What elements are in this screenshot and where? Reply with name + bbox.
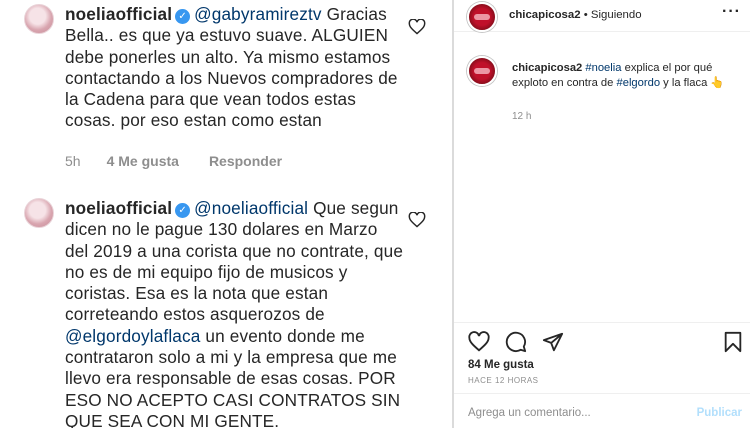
post-header-text: chicapicosa2 • Siguiendo bbox=[509, 9, 642, 21]
post-username[interactable]: chicapicosa2 bbox=[509, 9, 581, 21]
post-header: chicapicosa2 • Siguiendo ··· bbox=[454, 0, 750, 32]
post-caption: chicapicosa2 #noelia explica el por qué … bbox=[512, 61, 742, 90]
publish-button[interactable]: Publicar bbox=[697, 407, 742, 419]
bookmark-icon[interactable] bbox=[722, 331, 744, 353]
verified-badge-icon: ✓ bbox=[175, 9, 191, 24]
comment-time[interactable]: 5h bbox=[65, 153, 81, 169]
hashtag[interactable]: #elgordo bbox=[617, 77, 661, 89]
hashtag[interactable]: #noelia bbox=[585, 62, 621, 74]
verified-badge-icon: ✓ bbox=[175, 203, 191, 218]
avatar[interactable] bbox=[24, 198, 54, 228]
caption-text: y la flaca bbox=[660, 76, 711, 89]
header-separator: • bbox=[580, 9, 591, 21]
comment-text: noeliaofficial ✓ @noeliaofficial Que segun… bbox=[65, 198, 405, 428]
likes-count[interactable]: 84 Me gusta bbox=[468, 359, 534, 371]
caption-username[interactable]: chicapicosa2 bbox=[512, 62, 582, 74]
avatar[interactable] bbox=[467, 56, 497, 86]
avatar[interactable] bbox=[24, 4, 54, 34]
follow-status[interactable]: Siguiendo bbox=[591, 9, 642, 21]
comment-mention[interactable]: @noeliaofficial bbox=[194, 198, 308, 218]
post-time: HACE 12 HORAS bbox=[468, 376, 539, 385]
heart-icon[interactable] bbox=[468, 331, 490, 353]
avatar[interactable] bbox=[467, 2, 497, 32]
comment-icon[interactable] bbox=[505, 331, 527, 353]
comment-text: noeliaofficial ✓ @gabyramireztv Gracias Be… bbox=[65, 4, 405, 132]
comment-meta: 5h 4 Me gusta Responder bbox=[65, 153, 312, 169]
heart-icon[interactable] bbox=[408, 19, 426, 35]
divider bbox=[454, 322, 750, 323]
share-icon[interactable] bbox=[542, 331, 564, 353]
more-options-icon[interactable]: ··· bbox=[722, 3, 741, 21]
divider bbox=[454, 393, 750, 394]
comments-panel: noeliaofficial ✓ @gabyramireztv Gracias Be… bbox=[0, 0, 452, 428]
comment-inline-mention[interactable]: @elgordoylaflaca bbox=[65, 326, 200, 346]
comment-username[interactable]: noeliaofficial bbox=[65, 198, 172, 218]
caption-time: 12 h bbox=[512, 111, 532, 122]
reply-button[interactable]: Responder bbox=[209, 153, 282, 169]
comment-mention[interactable]: @gabyramireztv bbox=[194, 4, 321, 24]
pointing-up-icon: 👆 bbox=[710, 76, 725, 89]
comment-input[interactable]: Agrega un comentario... bbox=[468, 407, 591, 419]
comment-username[interactable]: noeliaofficial bbox=[65, 4, 172, 24]
comment-likes[interactable]: 4 Me gusta bbox=[107, 153, 179, 169]
heart-icon[interactable] bbox=[408, 212, 426, 228]
post-panel: chicapicosa2 • Siguiendo ··· chicapicosa… bbox=[454, 0, 750, 428]
